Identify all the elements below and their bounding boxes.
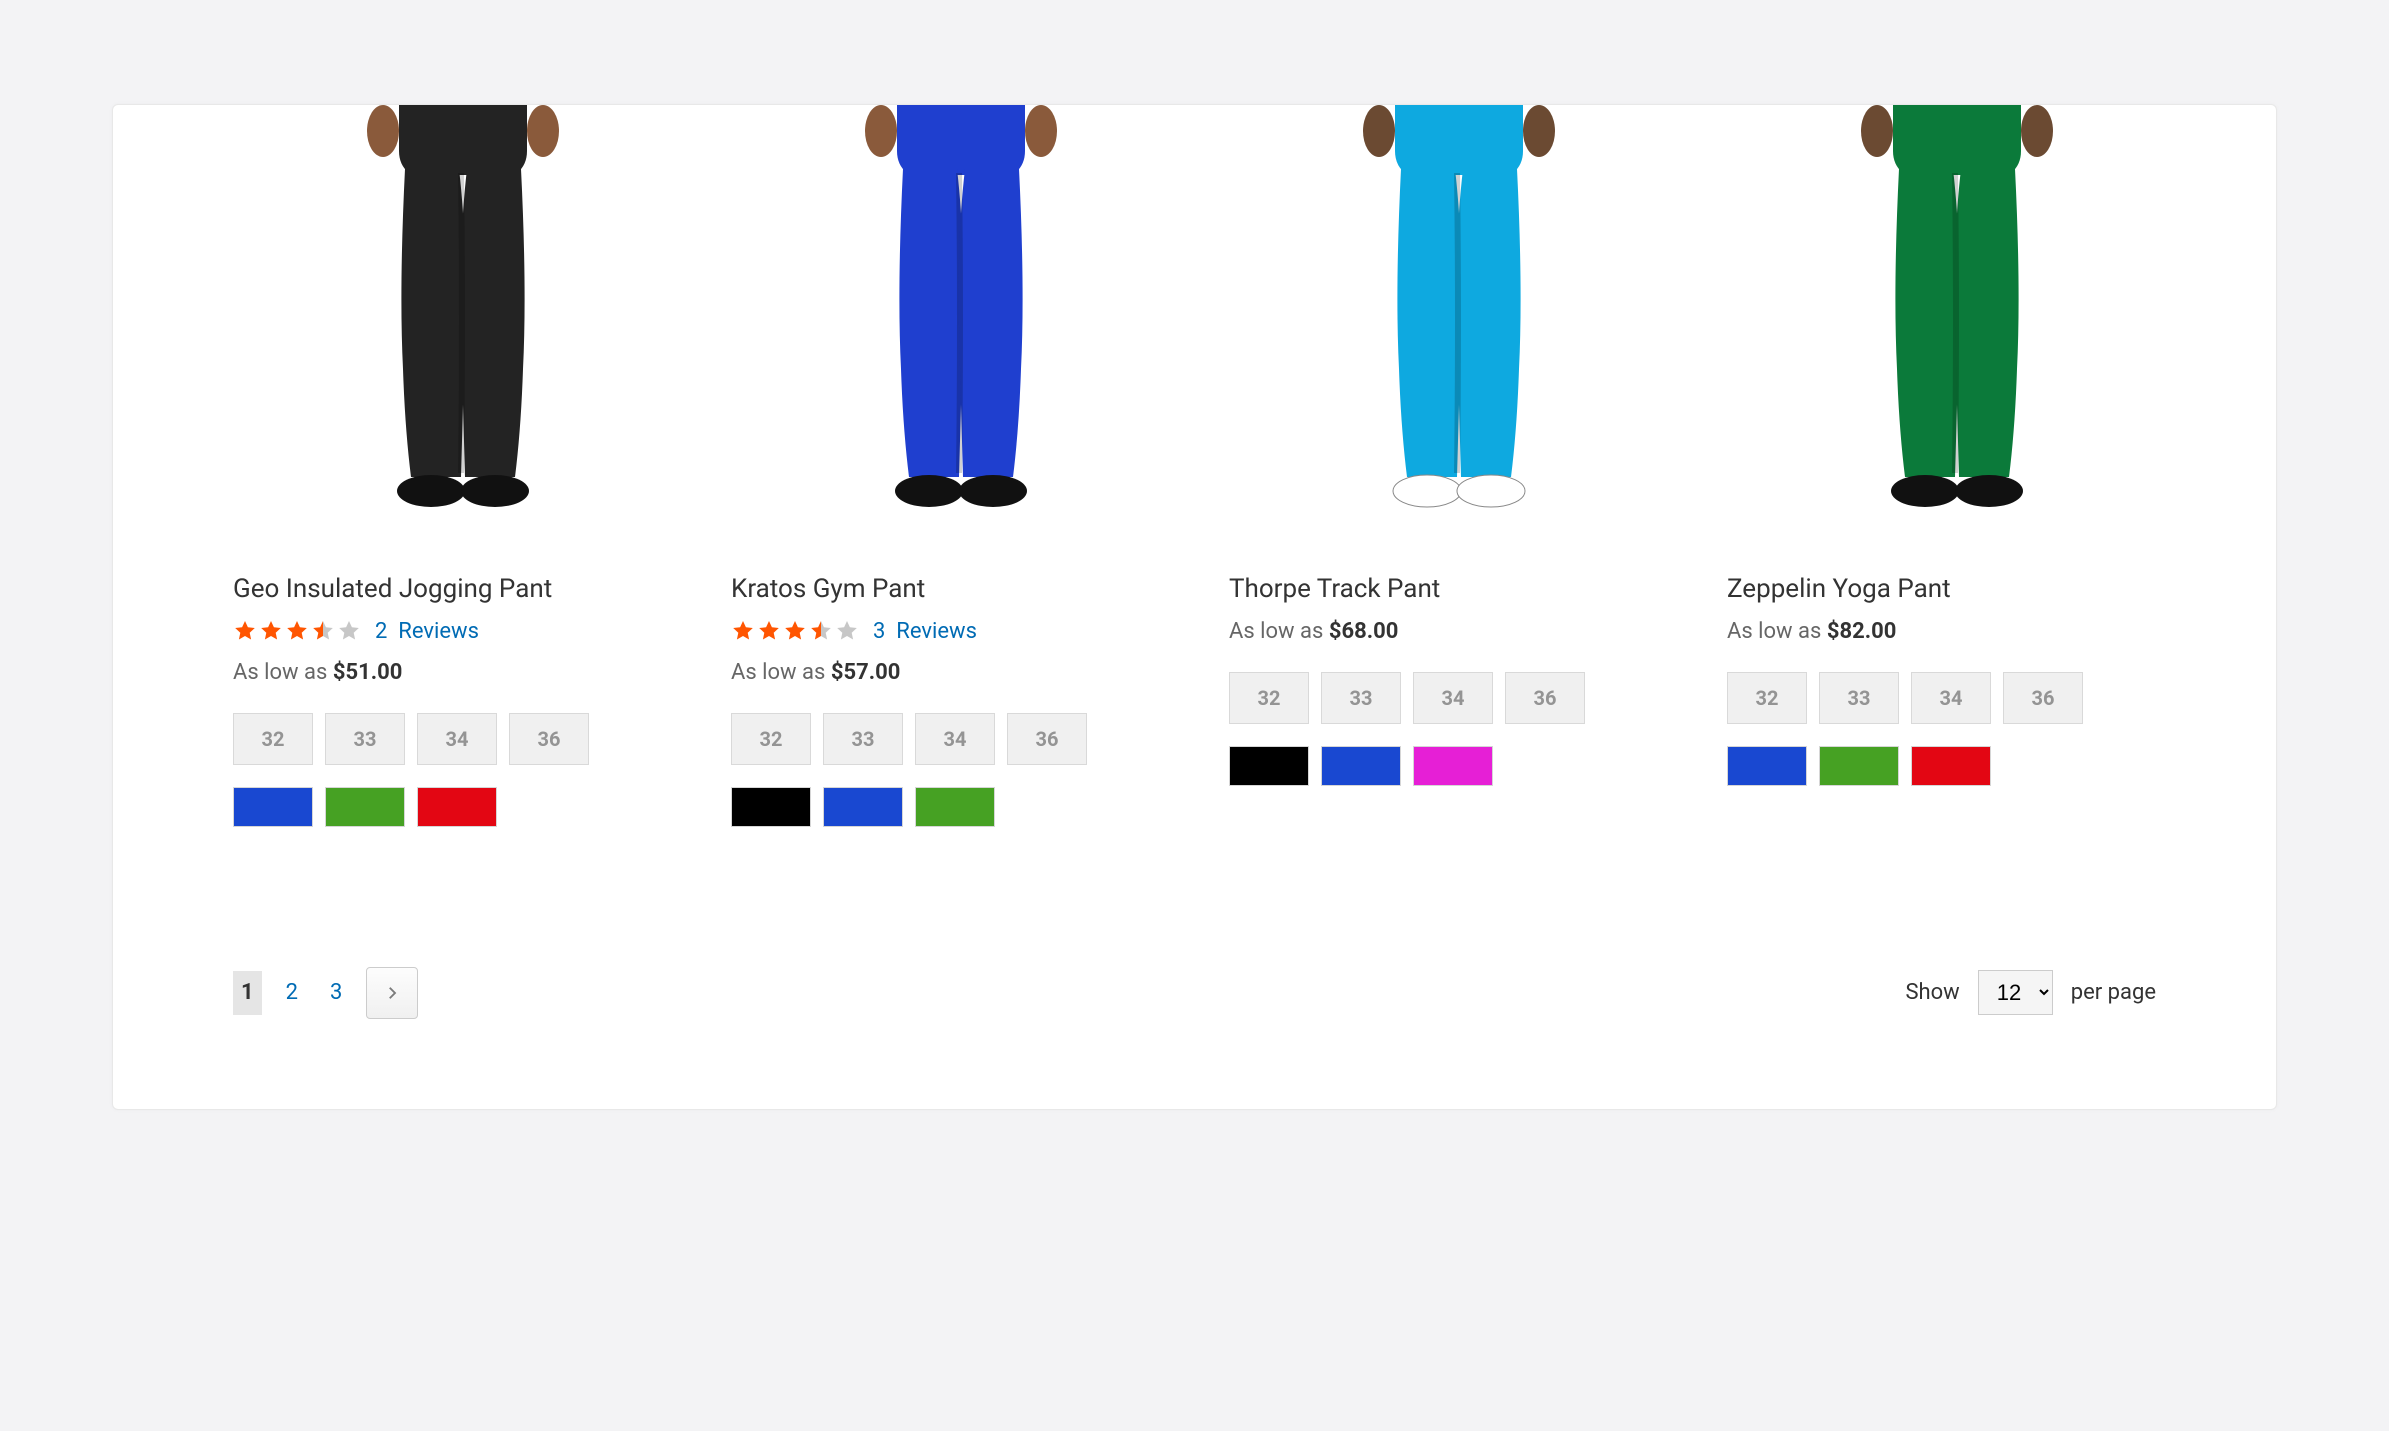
limiter-select[interactable]: 12 — [1978, 970, 2053, 1015]
size-swatch[interactable]: 32 — [1727, 672, 1807, 724]
color-swatch[interactable] — [731, 787, 811, 827]
size-swatch[interactable]: 33 — [823, 713, 903, 765]
product-card: Geo Insulated Jogging Pant 2 ReviewsAs l — [233, 105, 693, 827]
chevron-right-icon — [383, 984, 401, 1002]
rating-row: 3 Reviews — [731, 619, 1191, 644]
star-rating — [233, 619, 361, 643]
product-image-link[interactable] — [731, 105, 1191, 549]
star-icon — [809, 619, 833, 643]
price-value: $57.00 — [831, 660, 901, 685]
as-low-as-label: As low as — [1229, 619, 1323, 644]
size-swatch[interactable]: 36 — [1007, 713, 1087, 765]
product-listing-panel: Geo Insulated Jogging Pant 2 ReviewsAs l — [112, 104, 2277, 1110]
color-swatch[interactable] — [1819, 746, 1899, 786]
reviews-count: 2 — [375, 619, 387, 644]
size-swatch[interactable]: 34 — [1413, 672, 1493, 724]
color-swatch[interactable] — [1229, 746, 1309, 786]
star-icon — [311, 619, 335, 643]
star-icon — [233, 619, 257, 643]
product-grid: Geo Insulated Jogging Pant 2 ReviewsAs l — [233, 105, 2156, 827]
product-figure — [1319, 105, 1599, 529]
size-swatch-group: 32333436 — [1229, 672, 1689, 724]
reviews-link[interactable]: 3 Reviews — [873, 619, 977, 644]
price-value: $68.00 — [1329, 619, 1399, 644]
color-swatch[interactable] — [1911, 746, 1991, 786]
price-row: As low as $57.00 — [731, 660, 1191, 685]
color-swatch[interactable] — [1321, 746, 1401, 786]
limiter-perpage-label: per page — [2071, 980, 2156, 1005]
product-figure — [323, 105, 603, 529]
toolbar-bottom: 123 Show 12 per page — [233, 967, 2156, 1019]
page-next-button[interactable] — [366, 967, 418, 1019]
rating-row: 2 Reviews — [233, 619, 693, 644]
product-card: Thorpe Track Pant As low as $68.00 3233343… — [1229, 105, 1689, 827]
product-name-link[interactable]: Thorpe Track Pant — [1229, 573, 1689, 607]
color-swatch[interactable] — [233, 787, 313, 827]
star-icon — [783, 619, 807, 643]
reviews-label: Reviews — [896, 619, 977, 644]
product-figure — [1817, 105, 2097, 529]
size-swatch[interactable]: 33 — [325, 713, 405, 765]
size-swatch[interactable]: 34 — [1911, 672, 1991, 724]
price-row: As low as $51.00 — [233, 660, 693, 685]
color-swatch-group — [233, 787, 693, 827]
product-image-link[interactable] — [1727, 105, 2187, 549]
size-swatch[interactable]: 32 — [731, 713, 811, 765]
size-swatch[interactable]: 32 — [1229, 672, 1309, 724]
size-swatch[interactable]: 36 — [1505, 672, 1585, 724]
size-swatch[interactable]: 32 — [233, 713, 313, 765]
product-figure — [821, 105, 1101, 529]
star-rating — [731, 619, 859, 643]
size-swatch[interactable]: 34 — [417, 713, 497, 765]
page-link[interactable]: 3 — [322, 971, 350, 1015]
product-card: Zeppelin Yoga Pant As low as $82.00 323334… — [1727, 105, 2187, 827]
size-swatch[interactable]: 36 — [509, 713, 589, 765]
color-swatch[interactable] — [417, 787, 497, 827]
reviews-link[interactable]: 2 Reviews — [375, 619, 479, 644]
product-name-link[interactable]: Kratos Gym Pant — [731, 573, 1191, 607]
color-swatch[interactable] — [915, 787, 995, 827]
color-swatch-group — [1727, 746, 2187, 786]
star-icon — [259, 619, 283, 643]
as-low-as-label: As low as — [233, 660, 327, 685]
product-card: Kratos Gym Pant 3 ReviewsAs low as $57.0 — [731, 105, 1191, 827]
price-row: As low as $82.00 — [1727, 619, 2187, 644]
size-swatch[interactable]: 36 — [2003, 672, 2083, 724]
limiter: Show 12 per page — [1905, 970, 2156, 1015]
color-swatch[interactable] — [823, 787, 903, 827]
product-name-link[interactable]: Zeppelin Yoga Pant — [1727, 573, 2187, 607]
product-name-link[interactable]: Geo Insulated Jogging Pant — [233, 573, 693, 607]
star-icon — [757, 619, 781, 643]
as-low-as-label: As low as — [731, 660, 825, 685]
color-swatch[interactable] — [325, 787, 405, 827]
pagination: 123 — [233, 967, 418, 1019]
limiter-show-label: Show — [1905, 980, 1959, 1005]
price-value: $82.00 — [1827, 619, 1897, 644]
star-icon — [835, 619, 859, 643]
price-row: As low as $68.00 — [1229, 619, 1689, 644]
reviews-count: 3 — [873, 619, 885, 644]
size-swatch-group: 32333436 — [731, 713, 1191, 765]
color-swatch[interactable] — [1413, 746, 1493, 786]
as-low-as-label: As low as — [1727, 619, 1821, 644]
size-swatch[interactable]: 33 — [1819, 672, 1899, 724]
color-swatch[interactable] — [1727, 746, 1807, 786]
size-swatch-group: 32333436 — [1727, 672, 2187, 724]
price-value: $51.00 — [333, 660, 403, 685]
color-swatch-group — [731, 787, 1191, 827]
size-swatch[interactable]: 34 — [915, 713, 995, 765]
page-link[interactable]: 2 — [278, 971, 306, 1015]
size-swatch[interactable]: 33 — [1321, 672, 1401, 724]
product-image-link[interactable] — [233, 105, 693, 549]
reviews-label: Reviews — [398, 619, 479, 644]
product-image-link[interactable] — [1229, 105, 1689, 549]
star-icon — [285, 619, 309, 643]
size-swatch-group: 32333436 — [233, 713, 693, 765]
star-icon — [731, 619, 755, 643]
color-swatch-group — [1229, 746, 1689, 786]
page-current: 1 — [233, 971, 262, 1015]
star-icon — [337, 619, 361, 643]
